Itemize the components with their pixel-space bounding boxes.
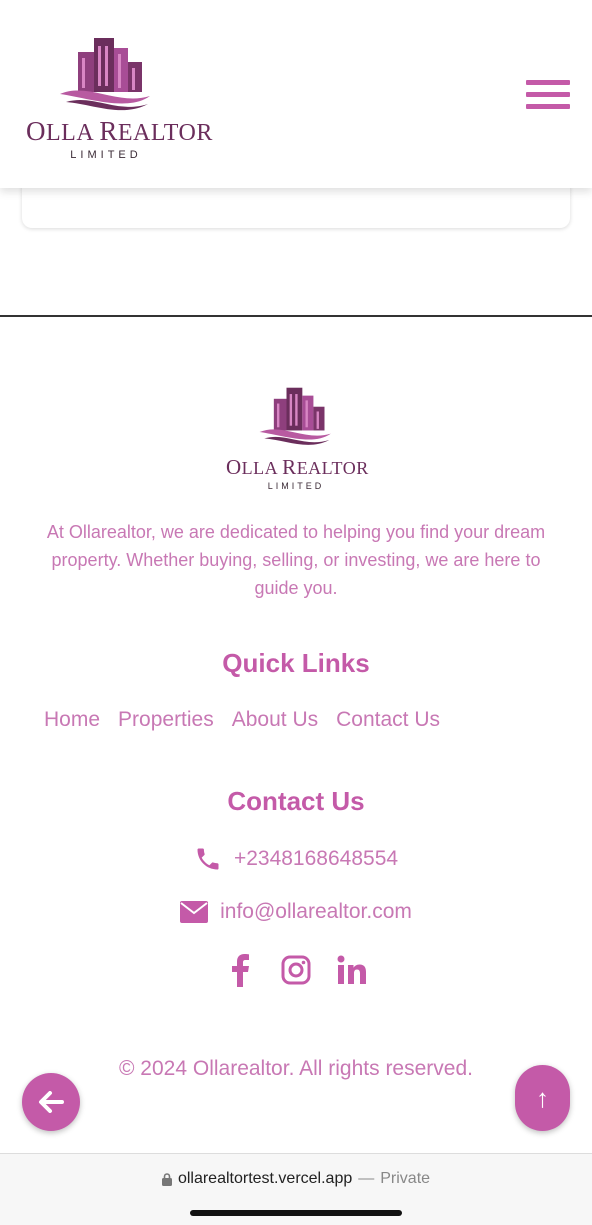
contact-email-row[interactable]: info@ollarealtor.com [0, 900, 592, 924]
arrow-left-icon [39, 1091, 64, 1113]
copyright-text: © 2024 Ollarealtor. All rights reserved. [119, 1057, 473, 1080]
hamburger-menu-icon[interactable] [526, 80, 570, 110]
contact-phone-row[interactable]: +2348168648554 [0, 845, 592, 873]
contact-email: info@ollarealtor.com [220, 900, 412, 923]
scroll-to-top-button[interactable]: ↑ [515, 1065, 570, 1131]
link-contact-us[interactable]: Contact Us [336, 708, 440, 732]
footer-logo-title: OLLA REALTOR [226, 455, 369, 479]
social-links [0, 952, 592, 988]
footer-divider [0, 315, 592, 317]
buildings-logo-icon [60, 38, 150, 111]
url-text: ollarealtortest.vercel.app [177, 1170, 353, 1187]
lock-icon [161, 1172, 172, 1186]
linkedin-icon[interactable] [337, 952, 367, 988]
quick-links-heading: Quick Links [222, 648, 370, 678]
browser-address-bar: ollarealtortest.vercel.app — Private [0, 1153, 592, 1225]
phone-icon [197, 848, 219, 870]
contact-heading: Contact Us [227, 786, 365, 816]
header-logo[interactable]: OLLA REALTOR LIMITED [26, 36, 213, 161]
site-header: OLLA REALTOR LIMITED [0, 0, 592, 188]
private-label: Private [380, 1170, 431, 1187]
envelope-icon [180, 901, 209, 923]
footer-logo-subtitle: LIMITED [267, 481, 325, 491]
quick-links-nav: Home Properties About Us Contact Us [44, 708, 440, 732]
link-about-us[interactable]: About Us [232, 708, 318, 732]
url-line[interactable]: ollarealtortest.vercel.app — Private [0, 1170, 592, 1188]
footer-logo: OLLA REALTOR LIMITED [226, 386, 369, 491]
instagram-icon[interactable] [281, 952, 311, 988]
url-separator: — [358, 1170, 375, 1187]
logo-subtitle: LIMITED [70, 149, 142, 161]
link-home[interactable]: Home [44, 708, 100, 732]
link-properties[interactable]: Properties [118, 708, 214, 732]
contact-phone: +2348168648554 [233, 847, 399, 870]
buildings-logo-icon [259, 387, 331, 445]
logo-title: OLLA REALTOR [26, 116, 213, 146]
back-button[interactable] [22, 1073, 80, 1131]
home-indicator[interactable] [190, 1210, 402, 1216]
footer-about-text: At Ollarealtor, we are dedicated to help… [46, 522, 546, 598]
facebook-icon[interactable] [225, 952, 255, 988]
